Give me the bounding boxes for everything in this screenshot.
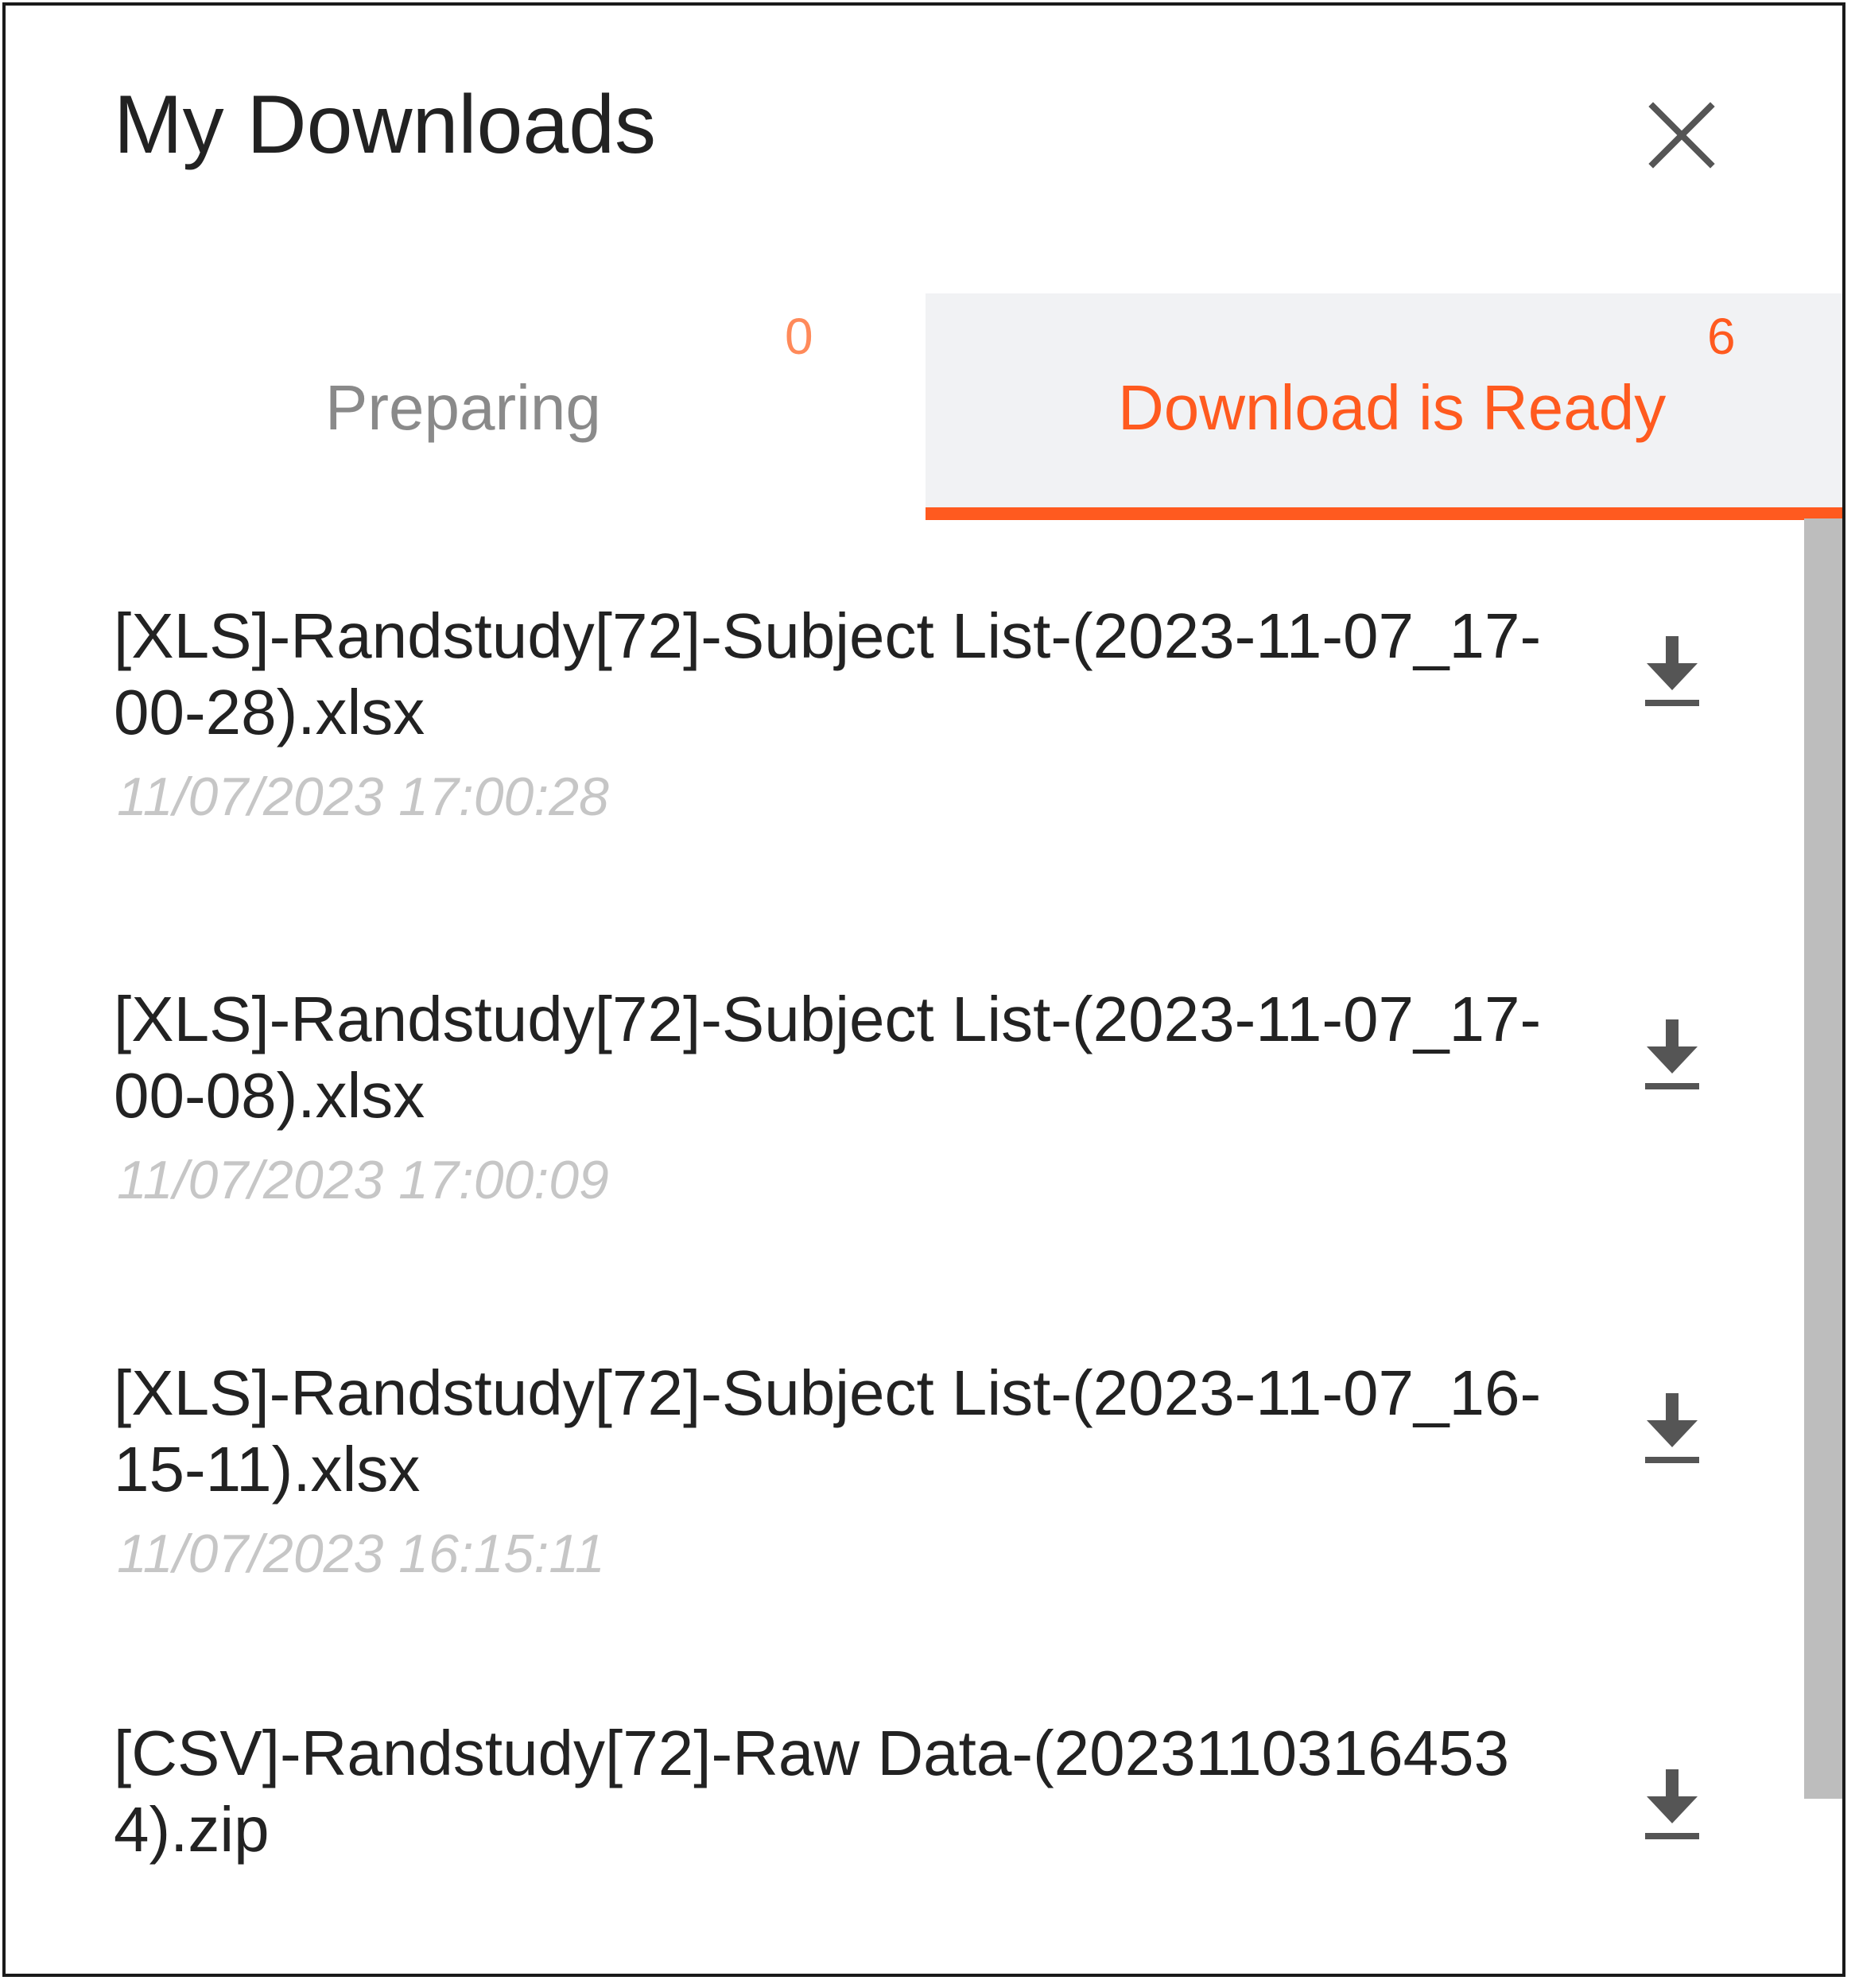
downloads-dialog: My Downloads 0 Preparing 6 Download is R… xyxy=(2,2,1845,1977)
tab-download-ready-count: 6 xyxy=(1707,308,1736,365)
download-icon xyxy=(1645,1019,1699,1089)
download-button[interactable] xyxy=(1640,630,1704,709)
file-name: [XLS]-Randstudy[72]-Subject List-(2023-1… xyxy=(114,984,1542,1131)
downloads-list: [XLS]-Randstudy[72]-Subject List-(2023-1… xyxy=(6,518,1842,1926)
file-name: [CSV]-Randstudy[72]-Raw Data-(2023110316… xyxy=(114,1718,1510,1865)
close-button[interactable] xyxy=(1644,97,1720,173)
list-item: [XLS]-Randstudy[72]-Subject List-(2023-1… xyxy=(114,598,1807,932)
file-timestamp: 11/07/2023 17:00:09 xyxy=(117,1150,609,1210)
dialog-title: My Downloads xyxy=(114,79,657,171)
download-button[interactable] xyxy=(1640,1763,1704,1842)
close-icon xyxy=(1648,102,1715,169)
tab-preparing-count: 0 xyxy=(785,308,813,365)
download-button[interactable] xyxy=(1640,1013,1704,1093)
list-item: [XLS]-Randstudy[72]-Subject List-(2023-1… xyxy=(114,1355,1807,1689)
scrollbar[interactable] xyxy=(1804,518,1842,1799)
download-icon xyxy=(1645,636,1699,706)
download-icon xyxy=(1645,1769,1699,1839)
file-name: [XLS]-Randstudy[72]-Subject List-(2023-1… xyxy=(114,600,1542,747)
tab-preparing[interactable]: 0 Preparing xyxy=(6,293,926,516)
tab-preparing-label: Preparing xyxy=(325,372,601,443)
file-timestamp: 11/07/2023 17:00:28 xyxy=(117,767,609,827)
tab-bar: 0 Preparing 6 Download is Ready xyxy=(6,293,1842,520)
file-name: [XLS]-Randstudy[72]-Subject List-(2023-1… xyxy=(114,1357,1542,1505)
download-icon xyxy=(1645,1393,1699,1463)
tab-download-ready[interactable]: 6 Download is Ready xyxy=(926,293,1842,520)
download-button[interactable] xyxy=(1640,1387,1704,1466)
file-timestamp: 11/07/2023 16:15:11 xyxy=(117,1524,605,1584)
list-item: [XLS]-Randstudy[72]-Subject List-(2023-1… xyxy=(114,981,1807,1315)
list-item: [CSV]-Randstudy[72]-Raw Data-(2023110316… xyxy=(114,1715,1807,1926)
tab-download-ready-label: Download is Ready xyxy=(1118,372,1667,443)
